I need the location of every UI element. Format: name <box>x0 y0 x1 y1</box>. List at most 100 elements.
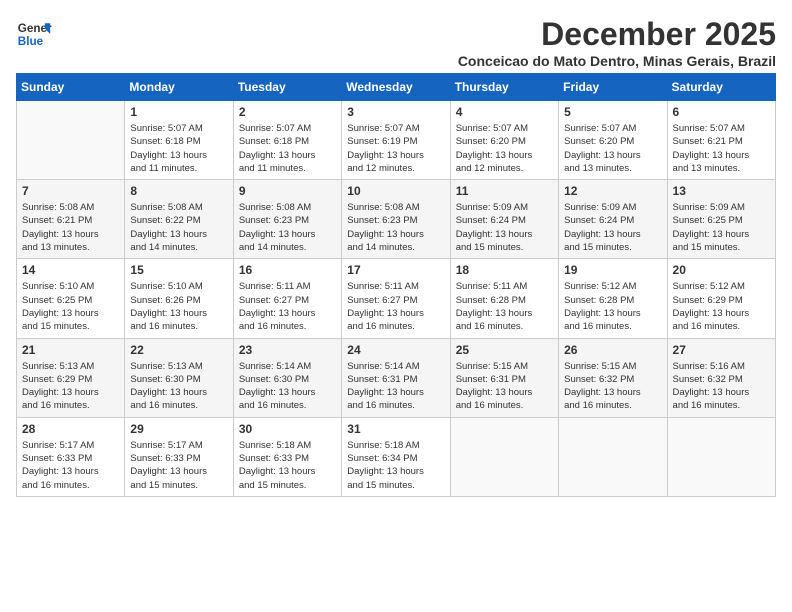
day-info: Sunrise: 5:15 AMSunset: 6:32 PMDaylight:… <box>564 360 661 413</box>
day-info: Sunrise: 5:13 AMSunset: 6:29 PMDaylight:… <box>22 360 119 413</box>
table-row: 25 Sunrise: 5:15 AMSunset: 6:31 PMDayligh… <box>450 338 558 417</box>
day-number: 17 <box>347 263 444 277</box>
day-number: 23 <box>239 343 336 357</box>
logo: General Blue <box>16 16 52 52</box>
day-info: Sunrise: 5:08 AMSunset: 6:22 PMDaylight:… <box>130 201 227 254</box>
table-row: 6 Sunrise: 5:07 AMSunset: 6:21 PMDaylight… <box>667 101 775 180</box>
page-header: General Blue December 2025 Conceicao do … <box>16 16 776 69</box>
day-number: 21 <box>22 343 119 357</box>
day-info: Sunrise: 5:07 AMSunset: 6:18 PMDaylight:… <box>239 122 336 175</box>
day-info: Sunrise: 5:07 AMSunset: 6:21 PMDaylight:… <box>673 122 770 175</box>
table-row: 17 Sunrise: 5:11 AMSunset: 6:27 PMDayligh… <box>342 259 450 338</box>
day-number: 26 <box>564 343 661 357</box>
calendar-week-row: 1 Sunrise: 5:07 AMSunset: 6:18 PMDaylight… <box>17 101 776 180</box>
calendar-week-row: 14 Sunrise: 5:10 AMSunset: 6:25 PMDayligh… <box>17 259 776 338</box>
table-row <box>450 417 558 496</box>
day-number: 5 <box>564 105 661 119</box>
table-row: 4 Sunrise: 5:07 AMSunset: 6:20 PMDaylight… <box>450 101 558 180</box>
day-info: Sunrise: 5:07 AMSunset: 6:19 PMDaylight:… <box>347 122 444 175</box>
day-info: Sunrise: 5:09 AMSunset: 6:24 PMDaylight:… <box>456 201 553 254</box>
weekday-header-row: Sunday Monday Tuesday Wednesday Thursday… <box>17 74 776 101</box>
title-area: December 2025 Conceicao do Mato Dentro, … <box>458 16 776 69</box>
day-number: 2 <box>239 105 336 119</box>
day-number: 28 <box>22 422 119 436</box>
day-info: Sunrise: 5:08 AMSunset: 6:23 PMDaylight:… <box>347 201 444 254</box>
day-info: Sunrise: 5:17 AMSunset: 6:33 PMDaylight:… <box>22 439 119 492</box>
day-number: 11 <box>456 184 553 198</box>
day-info: Sunrise: 5:14 AMSunset: 6:31 PMDaylight:… <box>347 360 444 413</box>
calendar-week-row: 21 Sunrise: 5:13 AMSunset: 6:29 PMDayligh… <box>17 338 776 417</box>
table-row: 20Sunrise: 5:12 AMSunset: 6:29 PMDayligh… <box>667 259 775 338</box>
month-title: December 2025 <box>458 16 776 53</box>
table-row: 8 Sunrise: 5:08 AMSunset: 6:22 PMDaylight… <box>125 180 233 259</box>
day-number: 13 <box>673 184 770 198</box>
table-row: 19Sunrise: 5:12 AMSunset: 6:28 PMDayligh… <box>559 259 667 338</box>
day-info: Sunrise: 5:18 AMSunset: 6:34 PMDaylight:… <box>347 439 444 492</box>
table-row: 24Sunrise: 5:14 AMSunset: 6:31 PMDayligh… <box>342 338 450 417</box>
location-subtitle: Conceicao do Mato Dentro, Minas Gerais, … <box>458 53 776 69</box>
table-row: 13Sunrise: 5:09 AMSunset: 6:25 PMDayligh… <box>667 180 775 259</box>
svg-text:Blue: Blue <box>18 35 44 48</box>
table-row: 11 Sunrise: 5:09 AMSunset: 6:24 PMDayligh… <box>450 180 558 259</box>
day-info: Sunrise: 5:07 AMSunset: 6:20 PMDaylight:… <box>564 122 661 175</box>
day-info: Sunrise: 5:16 AMSunset: 6:32 PMDaylight:… <box>673 360 770 413</box>
day-number: 25 <box>456 343 553 357</box>
day-info: Sunrise: 5:07 AMSunset: 6:20 PMDaylight:… <box>456 122 553 175</box>
table-row: 9Sunrise: 5:08 AMSunset: 6:23 PMDaylight… <box>233 180 341 259</box>
day-info: Sunrise: 5:12 AMSunset: 6:28 PMDaylight:… <box>564 280 661 333</box>
day-number: 16 <box>239 263 336 277</box>
table-row: 29 Sunrise: 5:17 AMSunset: 6:33 PMDayligh… <box>125 417 233 496</box>
day-info: Sunrise: 5:09 AMSunset: 6:24 PMDaylight:… <box>564 201 661 254</box>
day-info: Sunrise: 5:15 AMSunset: 6:31 PMDaylight:… <box>456 360 553 413</box>
table-row: 15Sunrise: 5:10 AMSunset: 6:26 PMDayligh… <box>125 259 233 338</box>
table-row: 14 Sunrise: 5:10 AMSunset: 6:25 PMDayligh… <box>17 259 125 338</box>
table-row <box>17 101 125 180</box>
day-number: 20 <box>673 263 770 277</box>
header-tuesday: Tuesday <box>233 74 341 101</box>
day-number: 8 <box>130 184 227 198</box>
day-number: 6 <box>673 105 770 119</box>
day-number: 12 <box>564 184 661 198</box>
table-row: 1 Sunrise: 5:07 AMSunset: 6:18 PMDaylight… <box>125 101 233 180</box>
table-row: 16Sunrise: 5:11 AMSunset: 6:27 PMDayligh… <box>233 259 341 338</box>
day-number: 29 <box>130 422 227 436</box>
day-number: 7 <box>22 184 119 198</box>
day-number: 14 <box>22 263 119 277</box>
table-row: 3 Sunrise: 5:07 AMSunset: 6:19 PMDaylight… <box>342 101 450 180</box>
day-info: Sunrise: 5:07 AMSunset: 6:18 PMDaylight:… <box>130 122 227 175</box>
table-row: 30Sunrise: 5:18 AMSunset: 6:33 PMDayligh… <box>233 417 341 496</box>
header-saturday: Saturday <box>667 74 775 101</box>
table-row: 5 Sunrise: 5:07 AMSunset: 6:20 PMDaylight… <box>559 101 667 180</box>
day-info: Sunrise: 5:11 AMSunset: 6:27 PMDaylight:… <box>347 280 444 333</box>
table-row: 26 Sunrise: 5:15 AMSunset: 6:32 PMDayligh… <box>559 338 667 417</box>
day-number: 1 <box>130 105 227 119</box>
day-number: 10 <box>347 184 444 198</box>
calendar-week-row: 7 Sunrise: 5:08 AMSunset: 6:21 PMDaylight… <box>17 180 776 259</box>
day-number: 4 <box>456 105 553 119</box>
table-row: 22Sunrise: 5:13 AMSunset: 6:30 PMDayligh… <box>125 338 233 417</box>
table-row <box>559 417 667 496</box>
table-row: 2 Sunrise: 5:07 AMSunset: 6:18 PMDaylight… <box>233 101 341 180</box>
day-info: Sunrise: 5:17 AMSunset: 6:33 PMDaylight:… <box>130 439 227 492</box>
day-info: Sunrise: 5:08 AMSunset: 6:21 PMDaylight:… <box>22 201 119 254</box>
header-thursday: Thursday <box>450 74 558 101</box>
day-number: 3 <box>347 105 444 119</box>
header-friday: Friday <box>559 74 667 101</box>
table-row: 23 Sunrise: 5:14 AMSunset: 6:30 PMDayligh… <box>233 338 341 417</box>
day-info: Sunrise: 5:14 AMSunset: 6:30 PMDaylight:… <box>239 360 336 413</box>
day-info: Sunrise: 5:10 AMSunset: 6:25 PMDaylight:… <box>22 280 119 333</box>
logo-icon: General Blue <box>16 16 52 52</box>
day-info: Sunrise: 5:11 AMSunset: 6:28 PMDaylight:… <box>456 280 553 333</box>
table-row: 21 Sunrise: 5:13 AMSunset: 6:29 PMDayligh… <box>17 338 125 417</box>
calendar-table: Sunday Monday Tuesday Wednesday Thursday… <box>16 73 776 497</box>
day-number: 9 <box>239 184 336 198</box>
table-row: 27Sunrise: 5:16 AMSunset: 6:32 PMDayligh… <box>667 338 775 417</box>
table-row: 10 Sunrise: 5:08 AMSunset: 6:23 PMDayligh… <box>342 180 450 259</box>
table-row: 12 Sunrise: 5:09 AMSunset: 6:24 PMDayligh… <box>559 180 667 259</box>
header-wednesday: Wednesday <box>342 74 450 101</box>
calendar-week-row: 28 Sunrise: 5:17 AMSunset: 6:33 PMDayligh… <box>17 417 776 496</box>
table-row: 18Sunrise: 5:11 AMSunset: 6:28 PMDayligh… <box>450 259 558 338</box>
table-row <box>667 417 775 496</box>
day-info: Sunrise: 5:13 AMSunset: 6:30 PMDaylight:… <box>130 360 227 413</box>
header-sunday: Sunday <box>17 74 125 101</box>
